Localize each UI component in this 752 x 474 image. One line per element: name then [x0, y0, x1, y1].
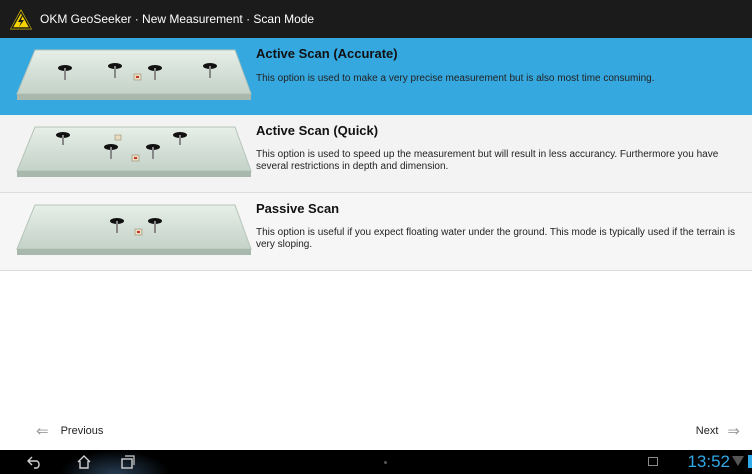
window-title: OKM GeoSeeker · New Measurement · Scan M…: [40, 12, 315, 26]
scan-mode-list: Active Scan (Accurate) This option is us…: [0, 38, 752, 271]
screenshot-icon: [648, 457, 658, 466]
list-item-active-scan-accurate[interactable]: Active Scan (Accurate) This option is us…: [0, 38, 752, 115]
option-text: Passive Scan This option is useful if yo…: [256, 201, 748, 251]
page-indicator-dot: [384, 461, 387, 464]
option-description: This option is used to make a very preci…: [256, 73, 655, 84]
thumbnail-field-four-sensors: [16, 49, 252, 100]
option-text: Active Scan (Accurate) This option is us…: [256, 46, 748, 85]
warning-triangle-logo-icon[interactable]: [8, 6, 34, 32]
next-button[interactable]: Next ⇒: [696, 422, 740, 440]
previous-label: Previous: [60, 425, 104, 437]
status-clock: 13:52: [687, 452, 730, 471]
list-item-passive-scan[interactable]: Passive Scan This option is useful if yo…: [0, 193, 752, 271]
next-label: Next: [695, 425, 719, 437]
wizard-navigation: ⇐ Previous Next ⇒: [0, 418, 752, 444]
arrow-right-icon: ⇒: [727, 423, 740, 440]
list-item-active-scan-quick[interactable]: Active Scan (Quick) This option is used …: [0, 115, 752, 193]
option-description: This option is useful if you expect floa…: [256, 227, 735, 250]
thumbnail-field-two-sensors: [16, 204, 252, 255]
recent-apps-icon[interactable]: [116, 452, 140, 472]
battery-icon: [748, 455, 752, 468]
previous-button[interactable]: ⇐ Previous: [36, 422, 103, 440]
option-heading: Active Scan (Quick): [256, 123, 379, 138]
option-description: This option is used to speed up the meas…: [256, 149, 719, 172]
back-icon[interactable]: [22, 452, 46, 472]
wifi-icon: [732, 456, 744, 466]
arrow-left-icon: ⇐: [36, 423, 49, 440]
home-icon[interactable]: [72, 452, 96, 472]
option-text: Active Scan (Quick) This option is used …: [256, 123, 748, 173]
title-bar: OKM GeoSeeker · New Measurement · Scan M…: [0, 0, 752, 38]
option-heading: Passive Scan: [256, 201, 340, 216]
app-window: OKM GeoSeeker · New Measurement · Scan M…: [0, 0, 752, 474]
option-heading: Active Scan (Accurate): [256, 46, 398, 61]
thumbnail-field-four-sensors-markers: [16, 126, 252, 177]
system-navigation-bar: 13:52: [0, 450, 752, 474]
